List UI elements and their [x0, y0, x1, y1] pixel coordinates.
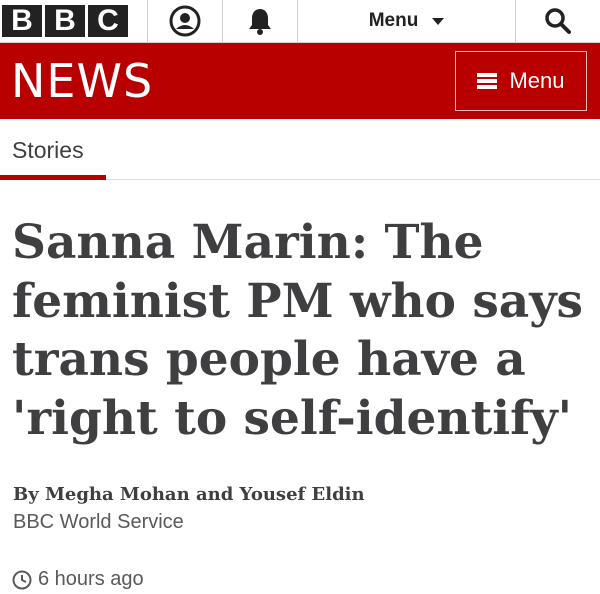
section-active-indicator: [0, 175, 106, 180]
hamburger-icon: [477, 73, 498, 89]
account-button[interactable]: [148, 0, 223, 42]
news-header: NEWS Menu: [0, 43, 600, 119]
clock-icon: [12, 570, 32, 589]
section-link-stories[interactable]: Stories: [12, 137, 84, 164]
top-menu-button[interactable]: Menu: [298, 0, 516, 42]
news-menu-button[interactable]: Menu: [455, 51, 587, 111]
notifications-button[interactable]: [223, 0, 298, 42]
article-authors: By Megha Mohan and Yousef Eldin: [13, 484, 365, 505]
article-timestamp: 6 hours ago: [0, 534, 600, 591]
bbc-logo-letter: B: [2, 5, 42, 37]
search-button[interactable]: [516, 0, 600, 42]
article-headline: Sanna Marin: The feminist PM who says tr…: [12, 215, 584, 446]
bbc-logo-letter: B: [45, 5, 85, 37]
news-menu-label: Menu: [509, 68, 565, 93]
bbc-logo[interactable]: B B C: [0, 0, 148, 42]
bbc-top-bar: B B C Menu: [0, 0, 600, 43]
article-service: BBC World Service: [13, 511, 184, 533]
chevron-down-icon: [432, 17, 445, 25]
section-nav: Stories: [0, 119, 600, 180]
timestamp-text: 6 hours ago: [38, 568, 144, 590]
article-byline: By Megha Mohan and Yousef Eldin BBC Worl…: [0, 448, 600, 534]
top-menu-label: Menu: [368, 10, 419, 31]
bbc-logo-letter: C: [88, 5, 128, 37]
bell-icon: [249, 9, 271, 35]
account-icon: [169, 5, 201, 37]
news-wordmark[interactable]: NEWS: [11, 54, 153, 108]
search-icon: [545, 8, 571, 34]
